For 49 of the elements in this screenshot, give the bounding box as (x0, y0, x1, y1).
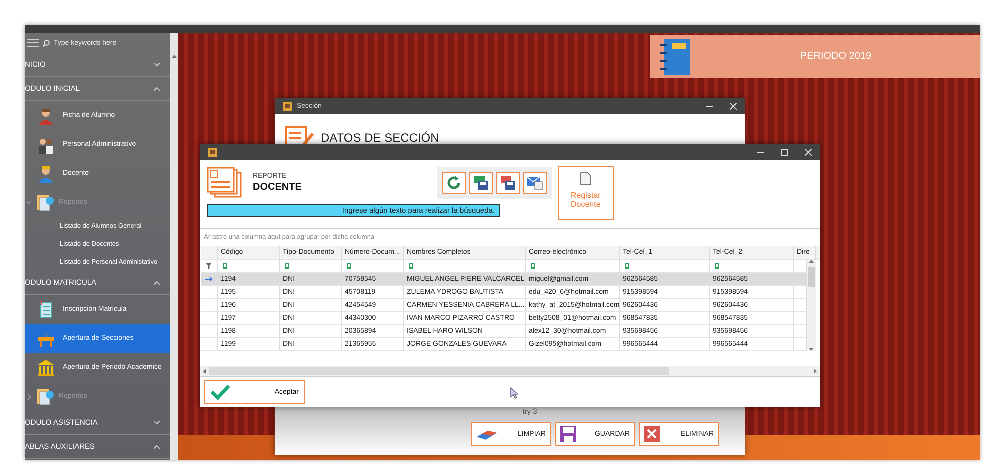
close-icon (644, 426, 660, 442)
notebook-icon (658, 38, 692, 76)
filter-operator-icon[interactable] (283, 263, 291, 269)
menu-icon[interactable] (27, 39, 39, 47)
period-label: PERIODO 2019 (799, 51, 873, 62)
pdf-save-icon (500, 175, 516, 191)
toolbar-button[interactable] (468, 172, 493, 194)
document-icon (580, 172, 592, 186)
app-icon (208, 148, 217, 156)
filter-operator-icon[interactable] (345, 263, 353, 269)
report-icon (35, 192, 55, 212)
email-icon (526, 175, 544, 191)
filter-operator-icon[interactable] (221, 263, 229, 269)
filter-icon (206, 263, 212, 269)
item-icon (37, 106, 55, 124)
scroll-up-arrow-icon[interactable] (172, 55, 176, 58)
sidebar-scrollbar[interactable] (170, 33, 178, 460)
close-icon[interactable] (805, 148, 812, 156)
scroll-right-arrow-icon[interactable] (814, 368, 817, 374)
checkmark-icon (210, 384, 230, 400)
filter-operator-icon[interactable] (623, 263, 631, 269)
filter-operator-icon[interactable] (713, 263, 721, 269)
search-icon (43, 40, 50, 46)
filter-operator-icon[interactable] (529, 263, 537, 269)
spreadsheet-save-icon (472, 175, 489, 191)
maximize-icon[interactable] (781, 148, 788, 156)
vertical-scrollbar[interactable] (807, 260, 816, 351)
item-icon (37, 300, 55, 318)
mouse-cursor-icon (510, 387, 519, 399)
current-row-arrow-icon (205, 276, 213, 282)
scroll-left-arrow-icon[interactable] (203, 368, 206, 374)
scrollbar-thumb[interactable] (808, 267, 815, 287)
refresh-icon (446, 176, 461, 190)
scroll-down-arrow-icon[interactable] (809, 348, 814, 351)
scrollbar-thumb[interactable] (209, 367, 669, 375)
filter-operator-icon[interactable] (407, 263, 415, 269)
report-documents-icon (207, 167, 243, 199)
report-title: DOCENTE (253, 182, 302, 193)
app-icon (283, 102, 292, 110)
scroll-up-arrow-icon[interactable] (809, 260, 814, 263)
toolbar-button[interactable] (522, 172, 547, 194)
toolbar-button[interactable] (496, 172, 520, 194)
item-icon (37, 358, 55, 376)
toolbar-button[interactable] (442, 172, 466, 194)
section-heading: DATOS DE SECCIÓN (321, 131, 440, 145)
item-icon (37, 164, 55, 182)
close-icon[interactable] (730, 102, 737, 110)
report-icon (35, 386, 55, 406)
horizontal-scrollbar[interactable] (200, 366, 820, 377)
